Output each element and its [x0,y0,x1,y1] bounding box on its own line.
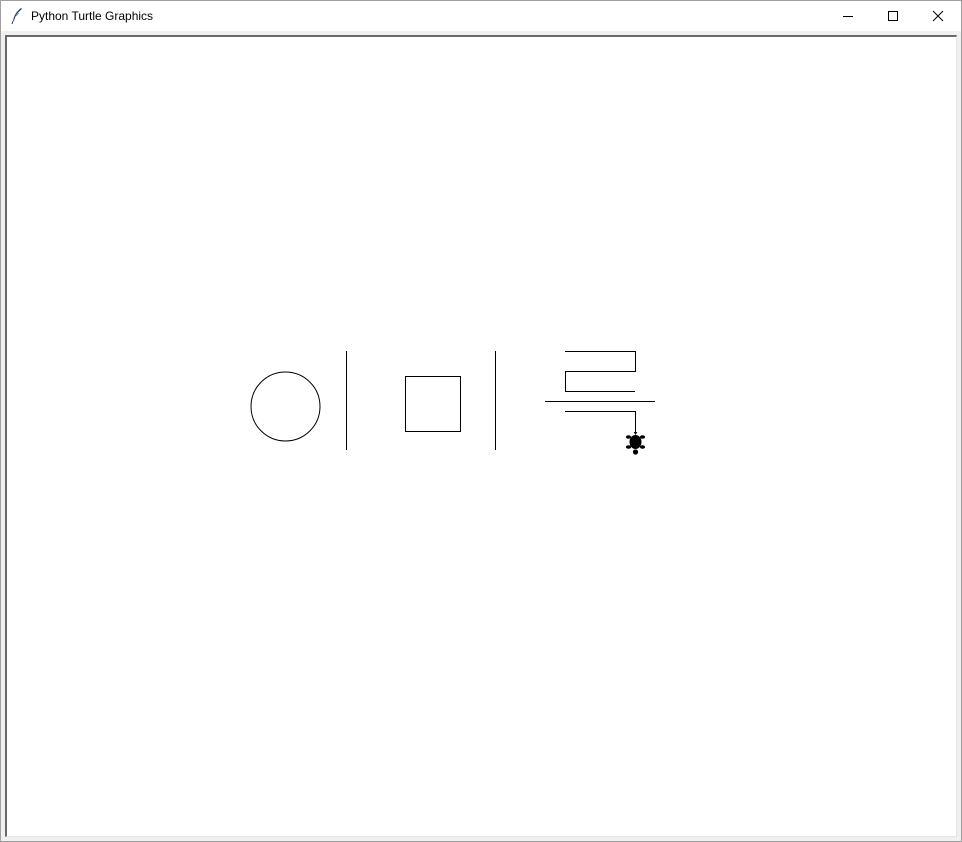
drawing-surface [250,351,655,455]
window-title: Python Turtle Graphics [31,9,154,23]
drawn-zigzag-path [565,351,636,392]
drawn-hook-path [565,411,636,433]
maximize-button[interactable] [870,1,916,31]
feather-icon [10,7,24,25]
drawn-square [405,376,461,432]
minimize-button[interactable] [825,1,871,31]
close-icon [932,10,944,22]
turtle-window: Python Turtle Graphics [0,0,962,842]
turtle-canvas[interactable] [5,35,957,837]
drawn-circle [250,371,321,442]
turtle-cursor-icon [625,432,646,455]
maximize-icon [888,11,898,21]
minimize-icon [843,16,853,17]
close-button[interactable] [915,1,961,31]
title-bar[interactable]: Python Turtle Graphics [1,1,961,31]
